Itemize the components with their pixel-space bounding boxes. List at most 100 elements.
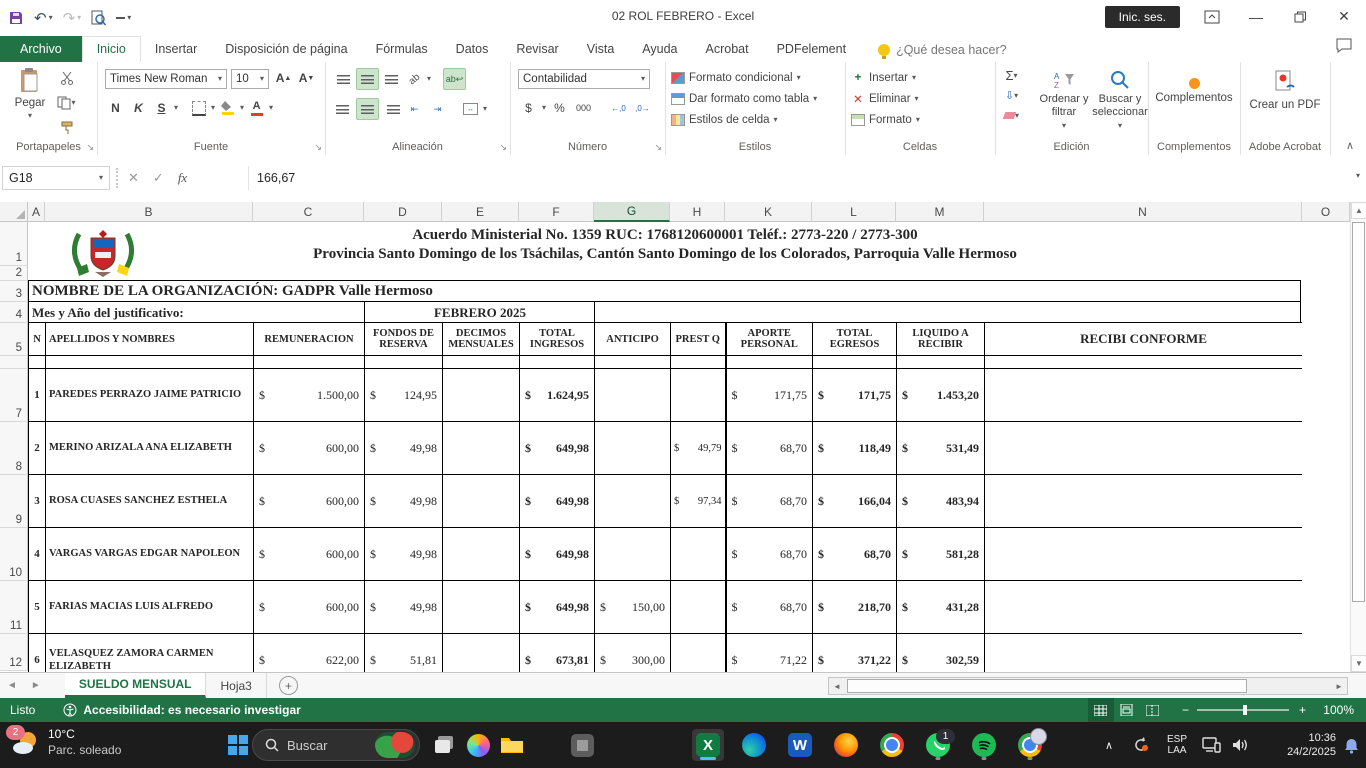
cell-aporte[interactable]: $71,22 (726, 634, 813, 673)
empty-cell[interactable] (520, 356, 595, 369)
cell-fondos[interactable]: $124,95 (365, 369, 443, 422)
font-name-select[interactable]: Times New Roman▾ (105, 69, 227, 89)
column-header-M[interactable]: M (896, 202, 984, 222)
cell-n[interactable]: 5 (29, 581, 46, 634)
column-header-G[interactable]: G (594, 202, 670, 222)
start-button[interactable] (222, 729, 254, 761)
paste-button[interactable]: Pegar▾ (8, 62, 52, 120)
row-header-2[interactable]: 2 (0, 266, 28, 281)
conditional-formatting-button[interactable]: Formato condicional▾ (665, 67, 845, 88)
cell-aporte[interactable]: $68,70 (726, 581, 813, 634)
sheet-tab-hoja3[interactable]: Hoja3 (206, 673, 266, 698)
row-header-hidden-5[interactable] (0, 356, 28, 369)
formula-bar-splitter[interactable] (116, 168, 118, 188)
empty-cell[interactable] (595, 356, 671, 369)
cell-remuneracion[interactable]: $600,00 (254, 475, 365, 528)
align-bottom-icon[interactable] (381, 69, 402, 89)
underline-button[interactable]: S (151, 98, 172, 118)
header-cell[interactable]: LIQUIDO A RECIBIR (897, 323, 985, 356)
hscroll-right-icon[interactable]: ► (1331, 678, 1347, 694)
row-header-9[interactable]: 9 (0, 475, 28, 528)
format-cells-button[interactable]: Formato▾ (845, 109, 995, 130)
cell-liquido[interactable]: $302,59 (897, 634, 985, 673)
column-header-D[interactable]: D (364, 202, 442, 222)
gray-app-icon[interactable] (566, 729, 598, 761)
header-cell[interactable]: ANTICIPO (595, 323, 671, 356)
cell-ingresos[interactable]: $649,98 (520, 528, 595, 581)
decrease-indent-icon[interactable]: ⇤ (404, 99, 425, 119)
cell-anticipo[interactable] (595, 475, 671, 528)
ribbon-tab-datos[interactable]: Datos (442, 37, 503, 62)
collapse-ribbon-icon[interactable]: ∧ (1346, 139, 1354, 152)
zoom-slider-thumb[interactable] (1243, 705, 1247, 715)
cell-prest[interactable] (671, 369, 726, 422)
chrome-profile-icon[interactable] (1014, 729, 1046, 761)
cell-egresos[interactable]: $68,70 (813, 528, 897, 581)
create-pdf-button[interactable]: Crear un PDF (1248, 64, 1322, 113)
column-header-O[interactable]: O (1302, 202, 1350, 222)
column-header-F[interactable]: F (519, 202, 594, 222)
find-select-button[interactable]: Buscar y seleccionar▾ (1095, 64, 1145, 130)
expand-formula-bar-icon[interactable]: ▾ (1356, 172, 1360, 180)
bold-button[interactable]: N (105, 98, 126, 118)
new-sheet-button[interactable]: + (279, 676, 298, 695)
row-header-1[interactable]: 1 (0, 222, 28, 266)
cell-liquido[interactable]: $581,28 (897, 528, 985, 581)
sign-in-button[interactable]: Inic. ses. (1105, 6, 1180, 28)
taskbar-search[interactable]: Buscar (252, 729, 420, 761)
empty-cell[interactable] (29, 356, 46, 369)
cell-name[interactable]: VELASQUEZ ZAMORA CARMEN ELIZABETH (46, 634, 254, 673)
sheet-nav-left-icon[interactable]: ◄ (7, 680, 17, 691)
empty-cell[interactable] (813, 356, 897, 369)
accessibility-status[interactable]: Accesibilidad: es necesario investigar (63, 703, 300, 717)
insert-function-icon[interactable]: fx (178, 170, 187, 186)
zoom-slider[interactable] (1197, 709, 1289, 711)
cell-anticipo[interactable] (595, 422, 671, 475)
empty-cell[interactable] (897, 356, 985, 369)
number-format-select[interactable]: Contabilidad▾ (518, 69, 650, 89)
addins-button[interactable]: Complementos (1152, 66, 1236, 104)
notification-bell-icon[interactable] (1338, 729, 1364, 761)
cancel-entry-icon[interactable]: ✕ (128, 170, 139, 186)
empty-cell[interactable] (365, 356, 443, 369)
increase-decimal-icon[interactable]: ←,0 (608, 98, 629, 118)
ribbon-tab-revisar[interactable]: Revisar (502, 37, 572, 62)
cell-decimos[interactable] (443, 634, 520, 673)
sheet-tab-sueldo-mensual[interactable]: SUELDO MENSUAL (65, 673, 207, 698)
row-header-11[interactable]: 11 (0, 581, 28, 634)
align-middle-icon[interactable] (356, 68, 379, 90)
volume-icon[interactable] (1226, 729, 1254, 761)
increase-font-icon[interactable]: A▲ (273, 68, 294, 88)
font-color-icon[interactable]: A (246, 98, 267, 118)
empty-cell[interactable] (671, 356, 726, 369)
select-all-corner[interactable] (0, 202, 28, 222)
cell-n[interactable]: 3 (29, 475, 46, 528)
comments-icon[interactable] (1336, 38, 1352, 62)
cell-liquido[interactable]: $1.453,20 (897, 369, 985, 422)
row-header-7[interactable]: 7 (0, 369, 28, 422)
decrease-decimal-icon[interactable]: ,0→ (632, 98, 653, 118)
cell-aporte[interactable]: $68,70 (726, 422, 813, 475)
spotify-icon[interactable] (968, 729, 1000, 761)
cell-n[interactable]: 2 (29, 422, 46, 475)
cut-icon[interactable] (56, 68, 77, 88)
cell-ingresos[interactable]: $649,98 (520, 581, 595, 634)
cell-egresos[interactable]: $371,22 (813, 634, 897, 673)
empty-cell[interactable] (46, 356, 254, 369)
cell-remuneracion[interactable]: $1.500,00 (254, 369, 365, 422)
align-left-icon[interactable] (333, 99, 354, 119)
cell-name[interactable]: VARGAS VARGAS EDGAR NAPOLEON (46, 528, 254, 581)
row-header-3[interactable]: 3 (0, 281, 28, 302)
cell-aporte[interactable]: $68,70 (726, 475, 813, 528)
column-header-N[interactable]: N (984, 202, 1302, 222)
header-cell[interactable]: TOTAL EGRESOS (813, 323, 897, 356)
alignment-dialog-launcher[interactable]: ↘ (499, 142, 507, 153)
task-view-button[interactable] (428, 729, 460, 761)
wrap-text-icon[interactable]: ab↩ (443, 68, 466, 90)
autosum-icon[interactable]: Σ▾ (1001, 67, 1022, 84)
minimize-button[interactable]: — (1234, 0, 1278, 33)
header-cell[interactable]: REMUNERACION (254, 323, 365, 356)
zoom-out-icon[interactable]: − (1182, 703, 1189, 717)
cell-egresos[interactable]: $171,75 (813, 369, 897, 422)
cell-name[interactable]: PAREDES PERRAZO JAIME PATRICIO (46, 369, 254, 422)
